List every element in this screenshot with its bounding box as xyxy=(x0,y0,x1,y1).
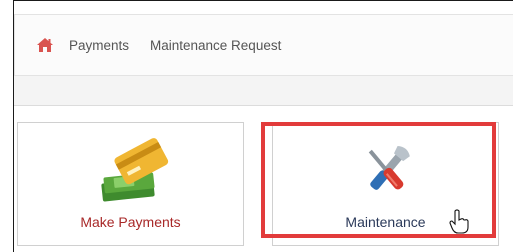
hand-pointer-icon xyxy=(449,209,469,234)
nav-link-payments[interactable]: Payments xyxy=(69,37,129,55)
make-payments-label: Make Payments xyxy=(80,214,181,230)
sub-header-bar xyxy=(14,76,513,106)
wrench-screwdriver-icon xyxy=(273,137,498,207)
make-payments-tile[interactable]: Make Payments xyxy=(17,122,244,246)
home-icon[interactable] xyxy=(36,37,54,53)
top-navbar: Payments Maintenance Request xyxy=(14,14,513,76)
nav-link-maintenance-request[interactable]: Maintenance Request xyxy=(150,37,281,55)
credit-card-cash-icon xyxy=(18,137,243,207)
